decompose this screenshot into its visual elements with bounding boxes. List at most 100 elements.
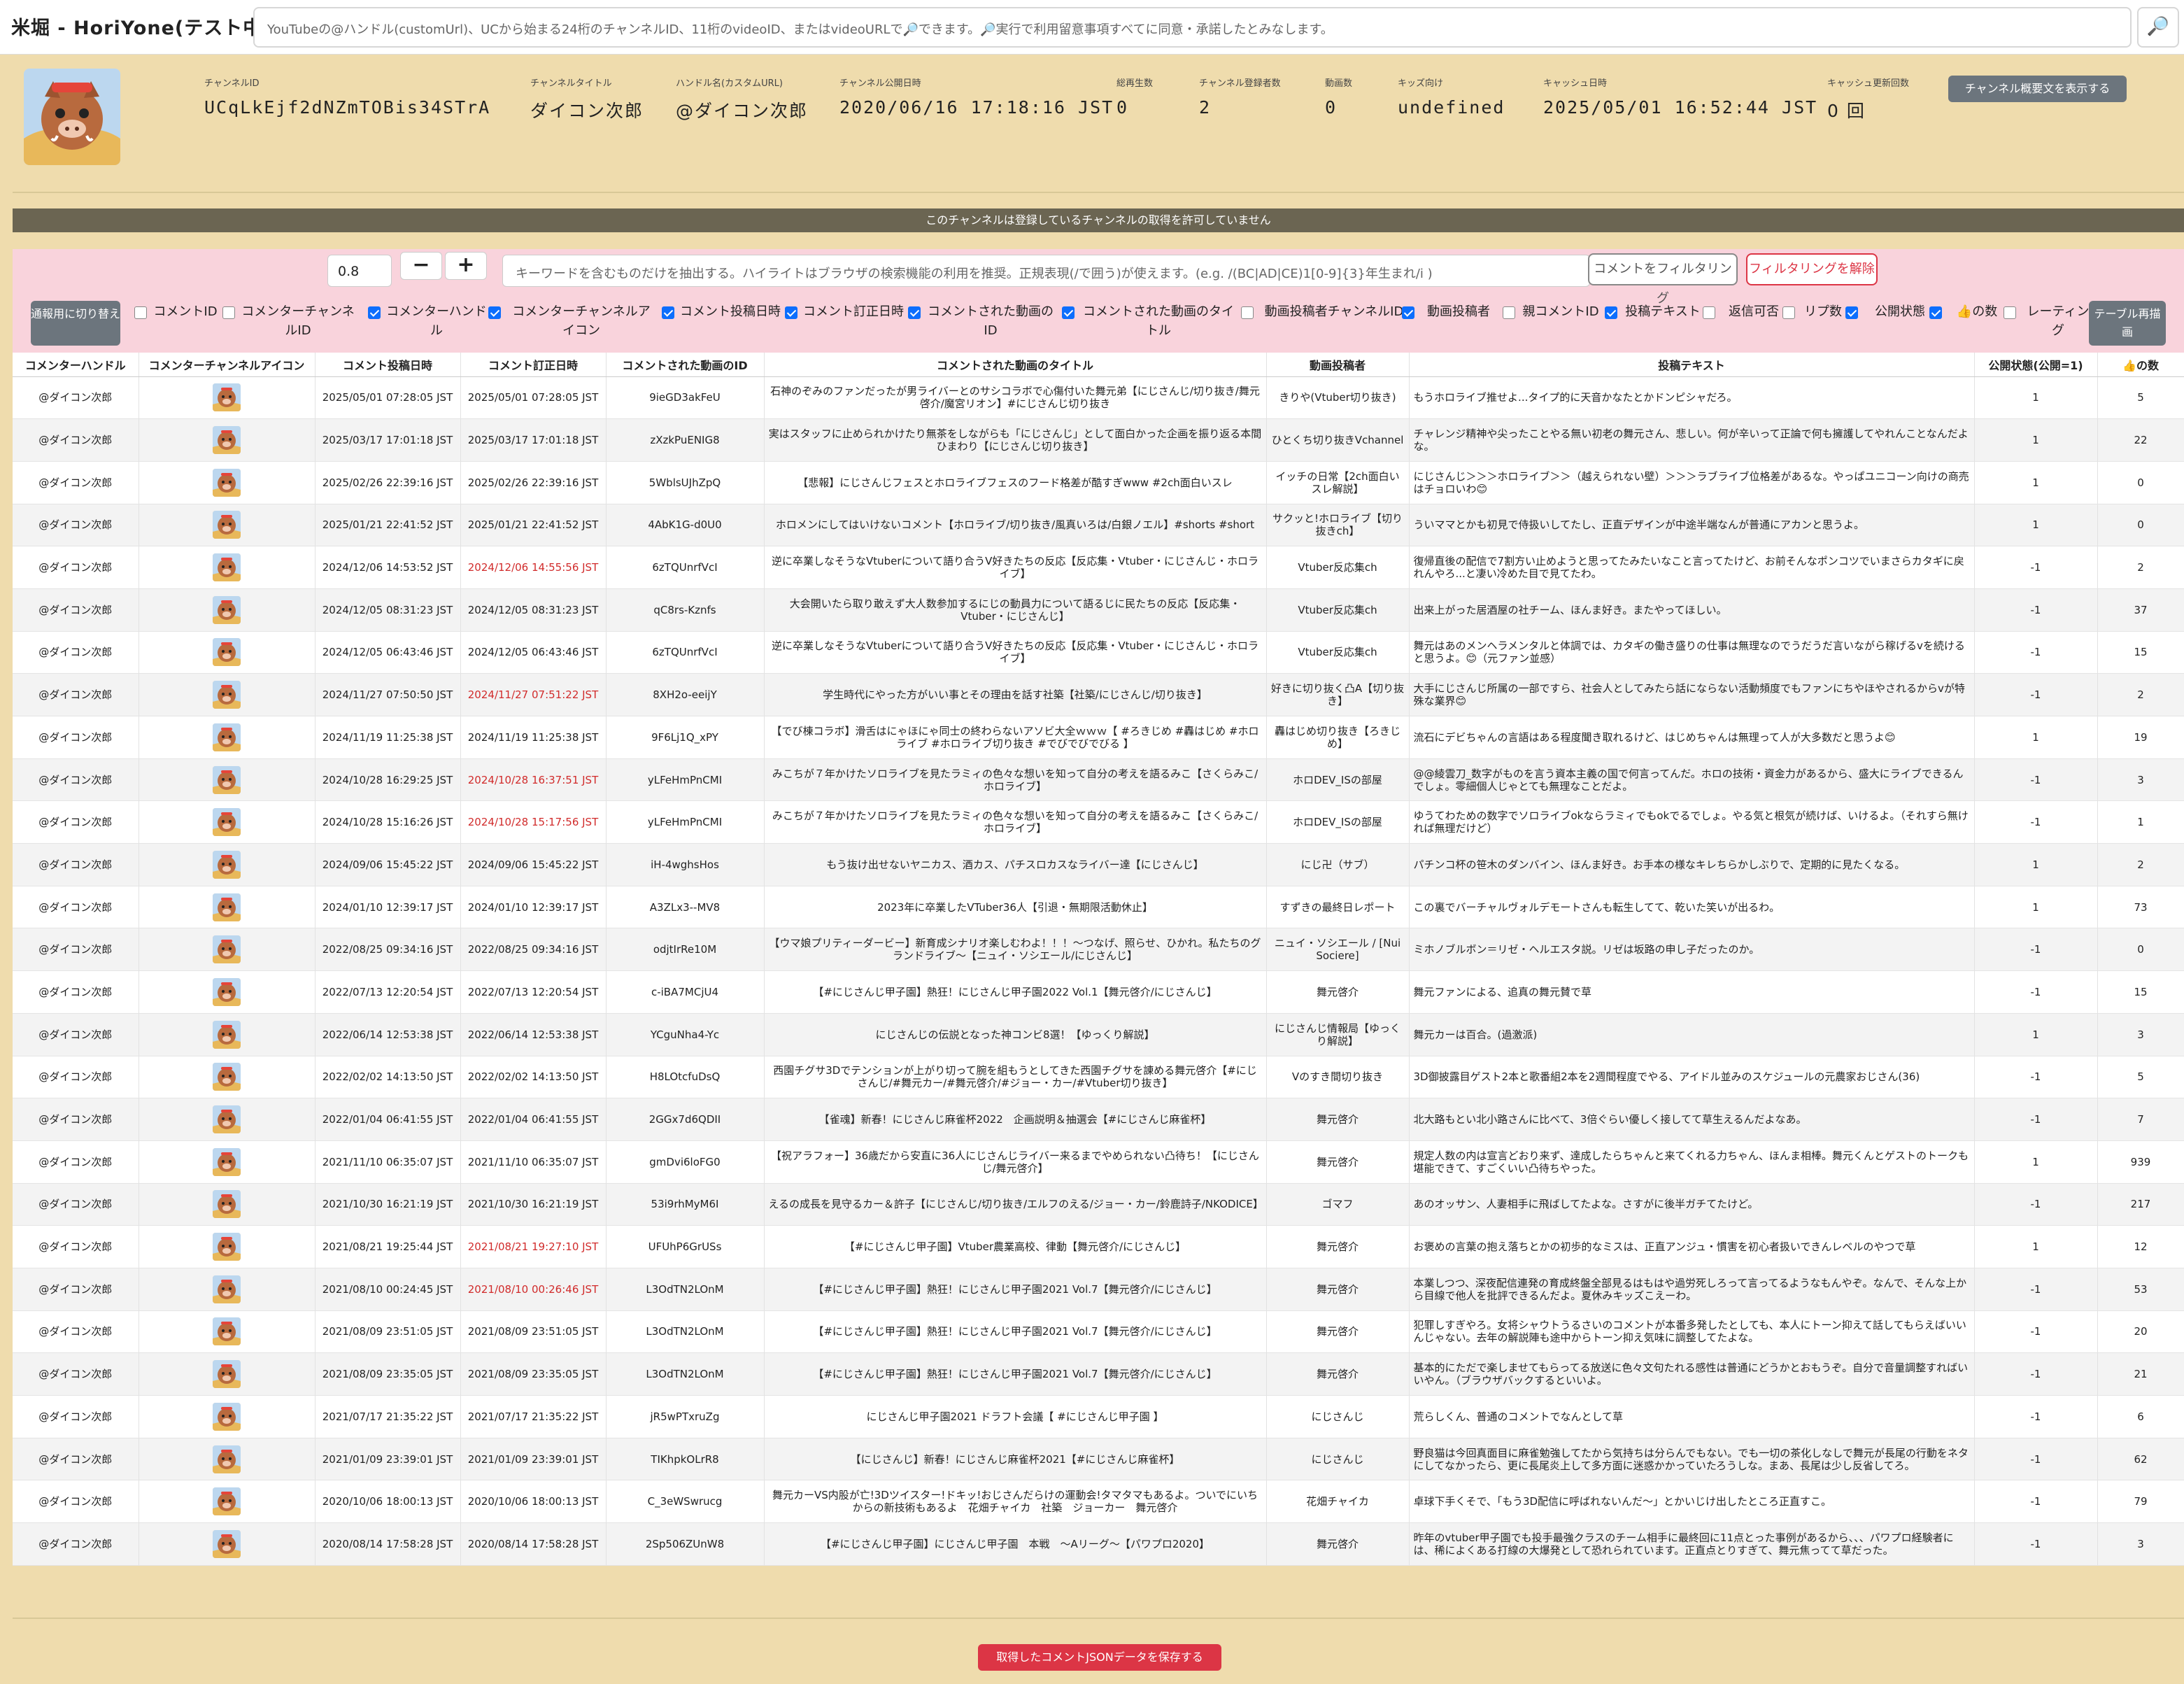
cell-uploader[interactable]: 好きに切り抜く凸A【切り抜き】	[1266, 673, 1410, 716]
cell-uploader[interactable]: にじさんじ	[1266, 1395, 1410, 1438]
commenter-avatar-icon[interactable]	[213, 1402, 241, 1431]
header-commenter-icon[interactable]: コメンターチャンネルアイコン	[139, 353, 315, 377]
commenter-avatar-icon[interactable]	[213, 1190, 241, 1219]
cell-video-title[interactable]: 石神のぞみのファンだったが男ライバーとのサシコラボで心傷付いた舞元弟【にじさんじ…	[764, 376, 1267, 420]
column-toggle-commenter-handle[interactable]: コメンターハンドル	[368, 302, 487, 340]
threshold-input[interactable]: 0.8	[327, 255, 392, 287]
cell-uploader[interactable]: 舞元啓介	[1266, 1268, 1410, 1311]
checkbox-checked[interactable]	[1929, 306, 1942, 319]
cell-video-title[interactable]: 【悲報】にじさんじフェスとホロライブフェスのフード格差が酷すぎwww #2ch面…	[764, 461, 1267, 504]
commenter-avatar-icon[interactable]	[213, 426, 241, 455]
column-toggle-text[interactable]: 投稿テキスト	[1605, 302, 1703, 321]
filter-comments-button[interactable]: コメントをフィルタリング	[1588, 253, 1738, 306]
header-edited-at[interactable]: コメント訂正日時	[460, 353, 607, 377]
commenter-avatar-icon[interactable]	[213, 383, 241, 412]
column-toggle-commenter-icon[interactable]: コメンターチャンネルアイコン	[488, 302, 656, 340]
commenter-avatar-icon[interactable]	[213, 1317, 241, 1346]
cell-video-id[interactable]: qC8rs-Kznfs	[606, 588, 765, 632]
cell-video-id[interactable]: TIKhpkOLrR8	[606, 1438, 765, 1481]
column-toggle-edited-at[interactable]: コメント訂正日時	[785, 302, 904, 321]
cell-video-title[interactable]: 学生時代にやった方がいい事とその理由を話す社築【社築/にじさんじ/切り抜き】	[764, 673, 1267, 716]
cell-uploader[interactable]: 舞元啓介	[1266, 1098, 1410, 1141]
cell-uploader[interactable]: 舞元啓介	[1266, 970, 1410, 1014]
commenter-avatar-icon[interactable]	[213, 850, 241, 879]
column-toggle-posted-at[interactable]: コメント投稿日時	[662, 302, 781, 321]
commenter-avatar-icon[interactable]	[213, 511, 241, 539]
header-video-id[interactable]: コメントされた動画のID	[606, 353, 765, 377]
cell-uploader[interactable]: すずきの最終日レポート	[1266, 886, 1410, 929]
cell-video-title[interactable]: ホロメンにしてはいけないコメント【ホロライブ/切り抜き/風真いろは/白銀ノエル】…	[764, 504, 1267, 547]
cell-video-id[interactable]: gmDvi6loFG0	[606, 1140, 765, 1184]
cell-uploader[interactable]: Vtuber反応集ch	[1266, 588, 1410, 632]
commenter-avatar-icon[interactable]	[213, 1529, 241, 1558]
cell-video-title[interactable]: みこちが７年かけたソロライブを見たラミィの色々な想いを知って自分の考えを語るみこ…	[764, 800, 1267, 844]
commenter-avatar-icon[interactable]	[213, 553, 241, 582]
checkbox[interactable]	[1241, 306, 1254, 319]
report-mode-toggle-button[interactable]: 通報用に切り替え	[31, 301, 120, 346]
checkbox-checked[interactable]	[1062, 306, 1075, 319]
column-toggle-video-title[interactable]: コメントされた動画のタイトル	[1062, 302, 1237, 340]
checkbox-checked[interactable]	[785, 306, 797, 319]
cell-video-title[interactable]: 2023年に卒業したVTuber36人【引退・無期限活動休止】	[764, 886, 1267, 929]
column-toggle-commenter-channel-id[interactable]: コメンターチャンネルID	[222, 302, 355, 340]
header-uploader[interactable]: 動画投稿者	[1266, 353, 1410, 377]
cell-uploader[interactable]: にじさんじ	[1266, 1438, 1410, 1481]
cell-video-id[interactable]: yLFeHmPnCMI	[606, 758, 765, 802]
cell-video-title[interactable]: もう抜け出せないヤニカス、酒カス、パチスロカスなライバー達【にじさんじ】	[764, 843, 1267, 886]
cell-video-id[interactable]: H8LOtcfuDsQ	[606, 1056, 765, 1099]
commenter-avatar-icon[interactable]	[213, 1445, 241, 1473]
cell-video-id[interactable]: 4AbK1G-d0U0	[606, 504, 765, 547]
column-toggle-video-id[interactable]: コメントされた動画のID	[908, 302, 1055, 340]
column-toggle-likes[interactable]: 👍の数	[1929, 302, 2006, 321]
cell-video-title[interactable]: 【#にじさんじ甲子園】熱狂！にじさんじ甲子園2022 Vol.1【舞元啓介/にじ…	[764, 970, 1267, 1014]
commenter-avatar-icon[interactable]	[213, 977, 241, 1006]
decrement-button[interactable]: −	[400, 252, 442, 280]
checkbox[interactable]	[1703, 306, 1715, 319]
checkbox[interactable]	[2004, 306, 2016, 319]
cell-video-id[interactable]: 53i9rhMyM6I	[606, 1183, 765, 1226]
cell-video-id[interactable]: 6zTQUnrfVcI	[606, 631, 765, 674]
checkbox-checked[interactable]	[1402, 306, 1414, 319]
header-commenter-handle[interactable]: コメンターハンドル	[13, 353, 139, 377]
header-posted-at[interactable]: コメント投稿日時	[315, 353, 461, 377]
header-visibility[interactable]: 公開状態(公開=1)	[1974, 353, 2098, 377]
checkbox[interactable]	[134, 306, 147, 319]
cell-video-title[interactable]: 【でび棟コラボ】滑舌はにゃほにゃ同士の終わらないアソビ大全ｗｗｗ【 #ろきじめ …	[764, 716, 1267, 759]
commenter-avatar-icon[interactable]	[213, 893, 241, 921]
commenter-avatar-icon[interactable]	[213, 1020, 241, 1049]
cell-video-id[interactable]: iH-4wghsHos	[606, 843, 765, 886]
cell-uploader[interactable]: ニュイ・ソシエール / [Nui Sociere]	[1266, 928, 1410, 972]
cell-video-title[interactable]: にじさんじ甲子園2021 ドラフト会議【 #にじさんじ甲子園 】	[764, 1395, 1267, 1438]
cell-video-title[interactable]: 西園チグサ3Dでテンションが上がり切って腕を組もうとしてきた西園チグサを諌める舞…	[764, 1056, 1267, 1099]
commenter-avatar-icon[interactable]	[213, 1105, 241, 1134]
checkbox-checked[interactable]	[908, 306, 921, 319]
cell-video-title[interactable]: 【#にじさんじ甲子園】熱狂！にじさんじ甲子園2021 Vol.7【舞元啓介/にじ…	[764, 1352, 1267, 1396]
cell-video-id[interactable]: c-iBA7MCjU4	[606, 970, 765, 1014]
cell-video-id[interactable]: UFUhP6GrUSs	[606, 1225, 765, 1268]
commenter-avatar-icon[interactable]	[213, 1233, 241, 1261]
cell-video-id[interactable]: L3OdTN2LOnM	[606, 1310, 765, 1354]
cell-uploader[interactable]: 舞元啓介	[1266, 1140, 1410, 1184]
cell-uploader[interactable]: ゴマフ	[1266, 1183, 1410, 1226]
cell-video-title[interactable]: 実はスタッフに止められかけたり無茶をしながらも「にじさんじ」として面白かった企画…	[764, 418, 1267, 462]
cell-video-title[interactable]: にじさんじの伝説となった神コンビ8選！【ゆっくり解説】	[764, 1013, 1267, 1056]
cell-video-id[interactable]: zXzkPuENIG8	[606, 418, 765, 462]
redraw-table-button[interactable]: テーブル再描画	[2089, 301, 2166, 346]
commenter-avatar-icon[interactable]	[213, 681, 241, 709]
cell-uploader[interactable]: にじさんじ情報局【ゆっくり解説】	[1266, 1013, 1410, 1056]
cell-video-id[interactable]: A3ZLx3--MV8	[606, 886, 765, 929]
cell-video-title[interactable]: 【#にじさんじ甲子園】熱狂！にじさんじ甲子園2021 Vol.7【舞元啓介/にじ…	[764, 1310, 1267, 1354]
commenter-avatar-icon[interactable]	[213, 1275, 241, 1303]
cell-uploader[interactable]: にじ卍（サブ）	[1266, 843, 1410, 886]
commenter-avatar-icon[interactable]	[213, 808, 241, 837]
cell-video-id[interactable]: 2GGx7d6QDII	[606, 1098, 765, 1141]
save-json-button[interactable]: 取得したコメントJSONデータを保存する	[978, 1644, 1221, 1671]
cell-video-title[interactable]: 【祝アラフォー】36歳だから安直に36人にじさんじライバー来るまでやめられない凸…	[764, 1140, 1267, 1184]
cell-video-title[interactable]: 【雀魂】新春！にじさんじ麻雀杯2022 企画説明＆抽選会【#にじさんじ麻雀杯】	[764, 1098, 1267, 1141]
cell-video-id[interactable]: 6zTQUnrfVcI	[606, 546, 765, 589]
cell-video-id[interactable]: L3OdTN2LOnM	[606, 1352, 765, 1396]
keyword-filter-input[interactable]: キーワードを含むものだけを抽出する。ハイライトはブラウザの検索機能の利用を推奨。…	[502, 255, 1590, 287]
cell-video-id[interactable]: C_3eWSwrucg	[606, 1480, 765, 1524]
cell-video-id[interactable]: odjtIrRe10M	[606, 928, 765, 972]
cell-video-title[interactable]: 【#にじさんじ甲子園】Vtuber農業高校、律動【舞元啓介/にじさんじ】	[764, 1225, 1267, 1268]
